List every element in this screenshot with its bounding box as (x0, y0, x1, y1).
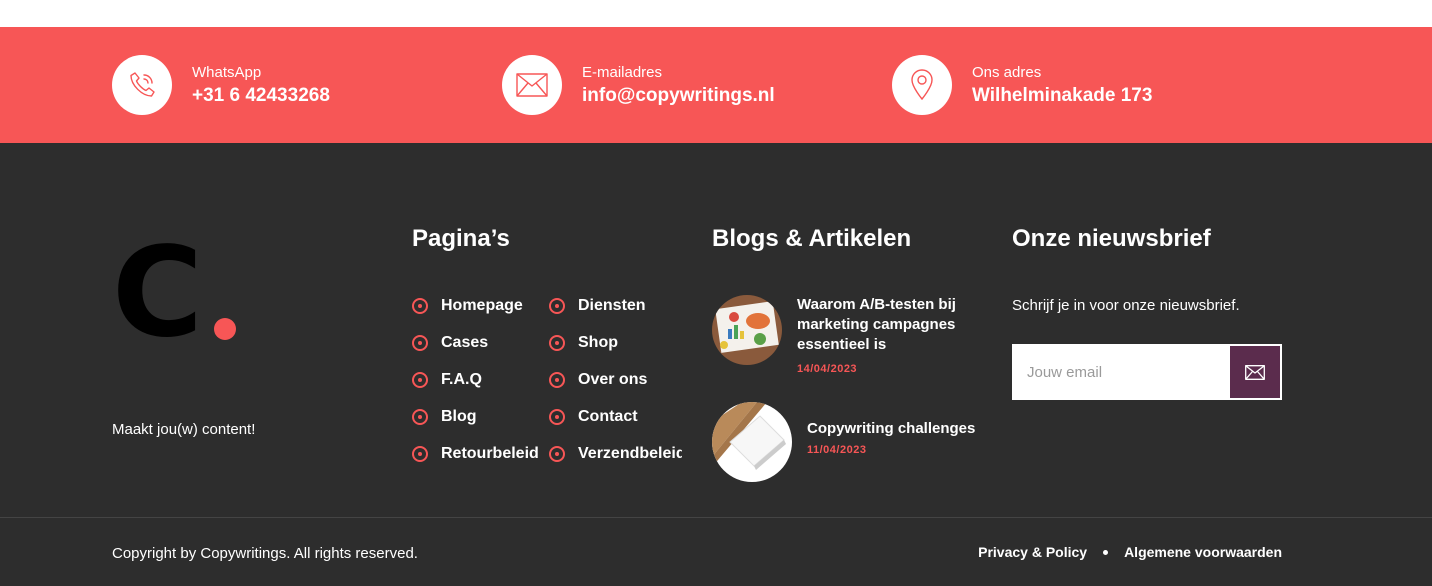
nav-link-label: Shop (578, 334, 618, 351)
nav-link-blog[interactable]: Blog (412, 408, 477, 426)
privacy-policy-link[interactable]: Privacy & Policy (978, 544, 1087, 560)
subscribe-button[interactable] (1230, 346, 1280, 398)
blog-thumbnail[interactable] (712, 402, 792, 482)
contact-value[interactable]: info@copywritings.nl (582, 85, 775, 107)
copyright-text: Copyright by Copywritings. All rights re… (112, 545, 418, 562)
nav-link-homepage[interactable]: Homepage (412, 297, 523, 315)
separator-dot (1103, 549, 1109, 555)
phone-icon (112, 55, 172, 115)
blog-thumbnail[interactable] (712, 295, 782, 365)
pages-title: Pagina’s (412, 225, 510, 252)
nav-link-label: Contact (578, 408, 638, 425)
newsletter-title: Onze nieuwsbrief (1012, 225, 1211, 252)
terms-link[interactable]: Algemene voorwaarden (1124, 544, 1282, 560)
bullet-icon (549, 409, 565, 425)
nav-link-label: Over ons (578, 371, 648, 388)
bullet-icon (549, 335, 565, 351)
blog-post[interactable]: Waarom A/B-testen bij marketing campagne… (712, 295, 972, 375)
nav-link-label: Verzendbeleid (578, 445, 682, 462)
newsletter-text: Schrijf je in voor onze nieuwsbrief. (1012, 297, 1240, 314)
mail-icon (1245, 364, 1265, 380)
nav-link-label: Diensten (578, 297, 646, 314)
nav-link-retourbeleid[interactable]: Retourbeleid (412, 445, 539, 463)
contact-whatsapp[interactable]: WhatsApp +31 6 42433268 (112, 55, 330, 115)
top-whitespace (0, 0, 1432, 27)
footer-divider (0, 517, 1432, 518)
blog-post-date: 14/04/2023 (797, 363, 858, 375)
nav-link-label: Blog (441, 408, 477, 425)
nav-link-shop[interactable]: Shop (549, 334, 682, 352)
newsletter-form (1012, 344, 1282, 400)
blog-post-title[interactable]: Waarom A/B-testen bij marketing campagne… (797, 295, 972, 355)
footer: C Maakt jou(w) content! Pagina’s Homepag… (0, 143, 1432, 586)
location-pin-icon (892, 55, 952, 115)
contact-address[interactable]: Ons adres Wilhelminakade 173 (892, 55, 1152, 115)
nav-link-label: Retourbeleid (441, 445, 539, 462)
contact-label: E-mailadres (582, 63, 663, 81)
legal-links: Privacy & Policy Algemene voorwaarden (978, 544, 1282, 560)
contact-label: Ons adres (972, 63, 1042, 81)
contact-label: WhatsApp (192, 63, 262, 81)
logo-letter: C (112, 241, 203, 351)
blogs-title: Blogs & Artikelen (712, 225, 912, 252)
nav-link-label: Homepage (441, 297, 523, 314)
nav-link-contact[interactable]: Contact (549, 408, 682, 426)
brand-tagline: Maakt jou(w) content! (112, 421, 256, 438)
nav-link-cases[interactable]: Cases (412, 334, 488, 352)
contact-email[interactable]: E-mailadres info@copywritings.nl (502, 55, 775, 115)
bullet-icon (412, 335, 428, 351)
contact-value[interactable]: Wilhelminakade 173 (972, 85, 1152, 107)
bullet-icon (412, 298, 428, 314)
nav-link-label: Cases (441, 334, 489, 351)
nav-link-diensten[interactable]: Diensten (549, 297, 682, 315)
blog-post-date: 11/04/2023 (807, 444, 867, 456)
contact-value[interactable]: +31 6 42433268 (192, 85, 330, 107)
nav-link-label: F.A.Q (441, 371, 482, 388)
bullet-icon (412, 446, 428, 462)
bullet-icon (549, 298, 565, 314)
contact-bar: WhatsApp +31 6 42433268 E-mailadres info… (0, 27, 1432, 143)
email-input[interactable] (1012, 344, 1228, 400)
bullet-icon (549, 446, 565, 462)
bullet-icon (412, 409, 428, 425)
blog-post-title[interactable]: Copywriting challenges (807, 419, 975, 439)
nav-link-faq[interactable]: F.A.Q (412, 371, 482, 389)
nav-link-verzendbeleid[interactable]: Verzendbeleid (549, 445, 682, 463)
blog-post[interactable]: Copywriting challenges 11/04/2023 (712, 402, 975, 482)
bullet-icon (412, 372, 428, 388)
mail-icon (502, 55, 562, 115)
brand-logo[interactable]: C (112, 221, 242, 365)
bullet-icon (549, 372, 565, 388)
nav-link-over-ons[interactable]: Over ons (549, 371, 682, 389)
